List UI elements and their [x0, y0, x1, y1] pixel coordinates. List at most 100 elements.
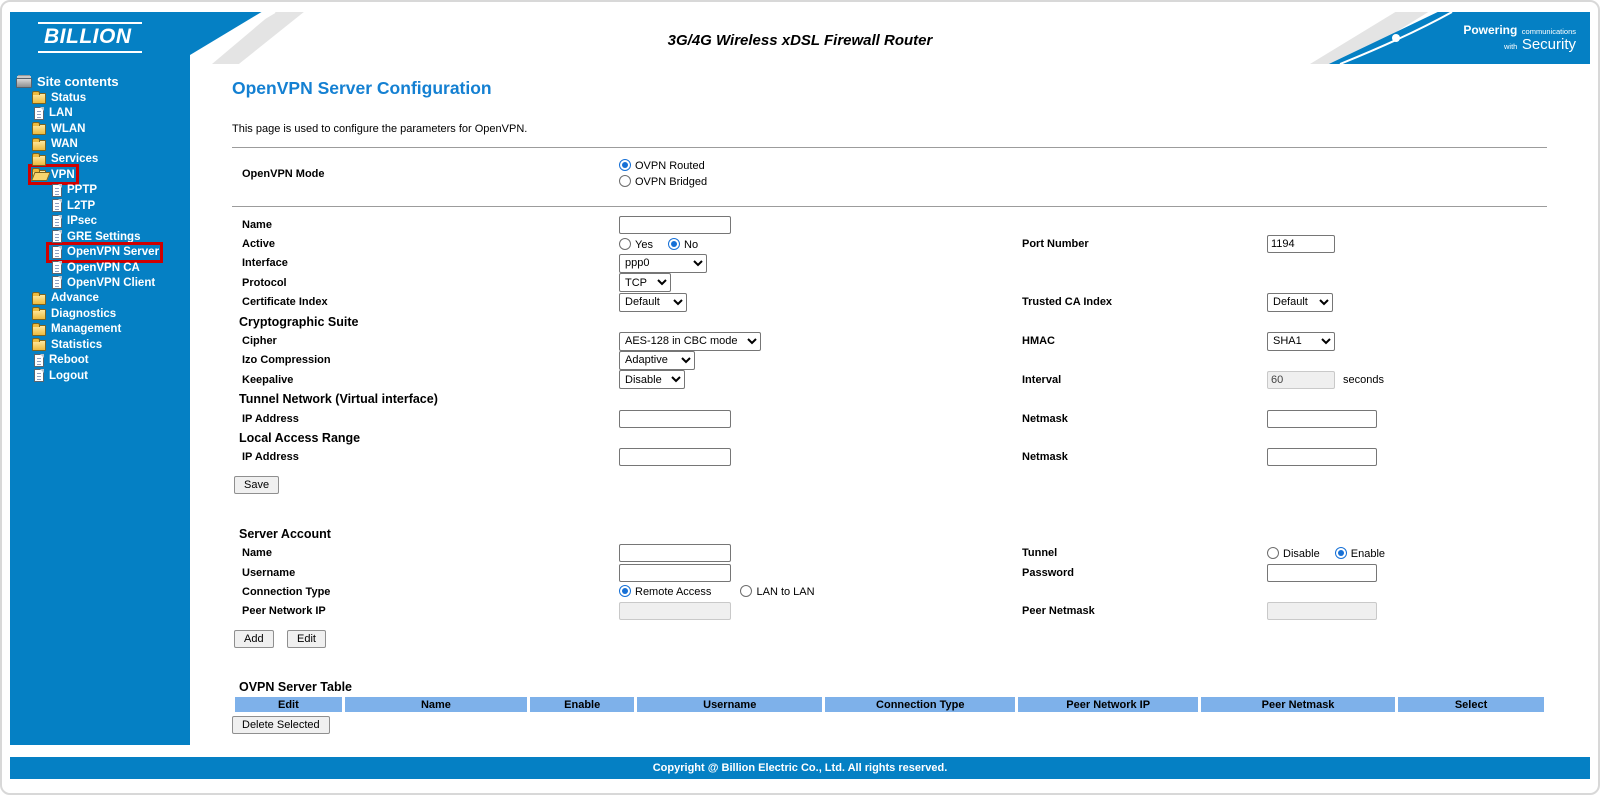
- cipher-select[interactable]: AES-128 in CBC mode: [619, 331, 761, 351]
- sidebar-item-label: VPN: [51, 168, 75, 181]
- tunnel-disable-label: Disable: [1283, 547, 1320, 560]
- protocol-select[interactable]: TCP: [619, 273, 671, 293]
- interval-label: Interval: [1022, 373, 1062, 386]
- tunnel-ip-input[interactable]: [619, 409, 731, 428]
- active-no-label: No: [684, 238, 699, 251]
- delete-selected-button[interactable]: Delete Selected: [232, 716, 330, 735]
- table-header-select: Select: [1398, 697, 1544, 713]
- sidebar-item-diagnostics[interactable]: Diagnostics: [14, 306, 190, 321]
- active-label: Active: [242, 238, 276, 251]
- doc-icon: [34, 106, 44, 120]
- connection-type-label: Connection Type: [242, 585, 331, 598]
- account-name-label: Name: [242, 547, 272, 560]
- table-header-name: Name: [344, 697, 528, 713]
- sidebar-root[interactable]: Site contents: [14, 72, 190, 90]
- table-header-connection-type: Connection Type: [825, 697, 1016, 713]
- tunnel-enable-radio[interactable]: [1334, 546, 1347, 559]
- sidebar-item-status[interactable]: Status: [14, 90, 190, 105]
- tunnel-netmask-input[interactable]: [1267, 409, 1377, 428]
- doc-icon: [52, 199, 62, 213]
- port-number-label: Port Number: [1022, 238, 1089, 251]
- sidebar-item-vpn[interactable]: VPN: [14, 164, 190, 186]
- folder-icon: [32, 122, 46, 136]
- divider: [232, 147, 1547, 148]
- sidebar-item-management[interactable]: Management: [14, 322, 190, 337]
- sidebar: Site contents Status LAN WLAN WAN Services VP…: [10, 12, 190, 745]
- username-label: Username: [242, 566, 296, 579]
- edit-button[interactable]: Edit: [287, 630, 326, 649]
- sidebar-item-wlan[interactable]: WLAN: [14, 121, 190, 136]
- password-label: Password: [1022, 566, 1074, 579]
- interval-suffix: seconds: [1343, 373, 1384, 386]
- remote-access-radio[interactable]: [619, 585, 631, 598]
- peer-network-ip-row: Peer Network IP Peer Netmask: [232, 602, 1547, 621]
- sidebar-item-openvpn-server[interactable]: OpenVPN Server: [14, 241, 190, 263]
- sidebar-item-logout[interactable]: Logout: [14, 368, 190, 383]
- ovpn-routed-radio[interactable]: [619, 159, 631, 171]
- account-name-row: Name Tunnel Disable Enable: [232, 543, 1547, 563]
- local-netmask-input[interactable]: [1267, 448, 1377, 467]
- sidebar-root-label: Site contents: [37, 73, 119, 89]
- certificate-index-select[interactable]: Default: [619, 292, 687, 312]
- cipher-label: Cipher: [242, 335, 277, 348]
- active-no-radio[interactable]: [668, 237, 681, 250]
- lan-to-lan-radio[interactable]: [740, 585, 753, 598]
- sidebar-item-label: Statistics: [51, 338, 103, 351]
- name-input[interactable]: [619, 215, 731, 234]
- openvpn-mode-label: OpenVPN Mode: [242, 168, 325, 180]
- browser-page: BILLION 3G/4G Wireless xDSL Firewall Rou…: [0, 0, 1600, 795]
- keepalive-select[interactable]: Disable: [619, 370, 685, 390]
- hmac-select[interactable]: SHA1: [1267, 331, 1335, 351]
- sidebar-tree: Site contents Status LAN WLAN WAN Services VP…: [14, 72, 190, 383]
- sidebar-item-label: Status: [51, 91, 87, 104]
- cryptographic-suite-heading: Cryptographic Suite: [239, 314, 359, 329]
- sidebar-item-reboot[interactable]: Reboot: [14, 352, 190, 367]
- local-ip-input[interactable]: [619, 448, 731, 467]
- page-title: OpenVPN Server Configuration: [232, 78, 492, 98]
- izo-compression-select[interactable]: Adaptive: [619, 350, 695, 370]
- divider: [232, 206, 1547, 207]
- hmac-label: HMAC: [1022, 335, 1055, 348]
- sidebar-item-services[interactable]: Services: [14, 152, 190, 167]
- port-number-input[interactable]: [1267, 235, 1335, 254]
- sidebar-item-lan[interactable]: LAN: [14, 105, 190, 120]
- sidebar-item-statistics[interactable]: Statistics: [14, 337, 190, 352]
- active-yes-radio[interactable]: [619, 237, 631, 250]
- interface-select[interactable]: ppp0: [619, 253, 707, 273]
- tagline-powering: Powering: [1463, 23, 1518, 37]
- sidebar-item-openvpn-ca[interactable]: OpenVPN CA: [14, 260, 190, 275]
- sidebar-item-label: LAN: [49, 107, 73, 120]
- account-name-input[interactable]: [619, 544, 731, 563]
- sidebar-item-advance[interactable]: Advance: [14, 291, 190, 306]
- sidebar-item-label: OpenVPN Server: [67, 246, 160, 259]
- save-button[interactable]: Save: [234, 476, 280, 495]
- sidebar-item-label: WLAN: [51, 122, 86, 135]
- protocol-row: Protocol TCP: [232, 273, 1547, 293]
- sidebar-item-pptp[interactable]: PPTP: [14, 183, 190, 198]
- doc-icon: [34, 353, 44, 367]
- local-ip-label: IP Address: [242, 451, 299, 464]
- sidebar-item-label: OpenVPN CA: [67, 261, 140, 274]
- sidebar-item-label: WAN: [51, 138, 78, 151]
- name-label: Name: [242, 218, 272, 231]
- username-input[interactable]: [619, 563, 731, 582]
- sidebar-item-label: GRE Settings: [67, 230, 141, 243]
- peer-network-ip-label: Peer Network IP: [242, 605, 326, 618]
- folder-icon: [32, 137, 46, 151]
- sidebar-item-gre-settings[interactable]: GRE Settings: [14, 229, 190, 244]
- password-input[interactable]: [1267, 563, 1377, 582]
- sidebar-item-openvpn-client[interactable]: OpenVPN Client: [14, 275, 190, 290]
- ovpn-server-table: Edit Name Enable Username Connection Type Pee…: [232, 697, 1547, 713]
- tagline-communications: communications: [1521, 27, 1576, 36]
- add-button[interactable]: Add: [234, 630, 274, 649]
- product-title: 3G/4G Wireless xDSL Firewall Router: [667, 32, 933, 49]
- sidebar-item-wan[interactable]: WAN: [14, 136, 190, 151]
- tunnel-netmask-label: Netmask: [1022, 412, 1068, 425]
- tunnel-disable-radio[interactable]: [1267, 546, 1279, 559]
- billion-logo: BILLION: [38, 22, 142, 53]
- sidebar-item-l2tp[interactable]: L2TP: [14, 198, 190, 213]
- trusted-ca-index-select[interactable]: Default: [1267, 292, 1333, 312]
- username-row: Username Password: [232, 563, 1547, 582]
- ovpn-bridged-radio[interactable]: [619, 175, 631, 187]
- sidebar-item-ipsec[interactable]: IPsec: [14, 214, 190, 229]
